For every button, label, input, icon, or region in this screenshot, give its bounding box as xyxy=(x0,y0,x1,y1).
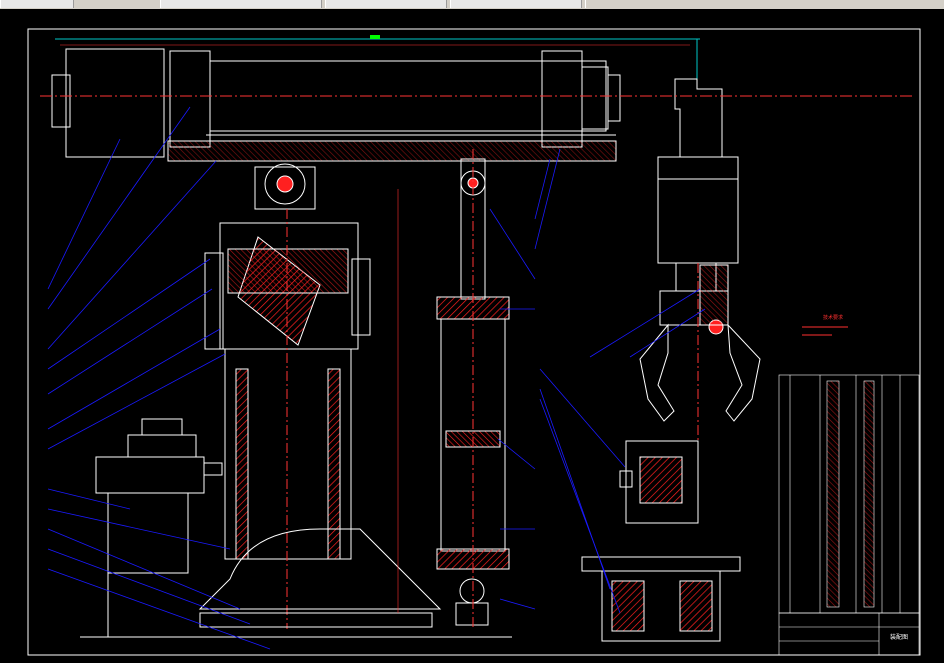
leader-lines xyxy=(47,106,706,650)
drawing-tab-1[interactable] xyxy=(0,0,74,8)
motor-assembly xyxy=(95,418,223,637)
lift-cylinder xyxy=(436,149,510,629)
drawing-tab-2[interactable] xyxy=(160,0,322,8)
drawing-tab-5[interactable] xyxy=(585,0,944,8)
technical-notes: 技术要求 xyxy=(802,314,848,336)
detail-view-b xyxy=(581,556,741,642)
drawing-tab-3[interactable] xyxy=(325,0,447,8)
drawing-tab-strip xyxy=(0,0,944,9)
title-block: 装配图 xyxy=(778,612,920,656)
dimension-tag xyxy=(370,35,380,39)
gripper-assembly xyxy=(639,262,761,449)
parts-list-table xyxy=(778,374,920,614)
svg-text:装配图: 装配图 xyxy=(890,633,908,641)
cad-drawing-canvas[interactable]: 技术要求 装配图 xyxy=(0,9,944,663)
drawing-tab-4[interactable] xyxy=(450,0,582,8)
detail-view-a xyxy=(619,440,699,524)
svg-text:技术要求: 技术要求 xyxy=(823,314,843,321)
